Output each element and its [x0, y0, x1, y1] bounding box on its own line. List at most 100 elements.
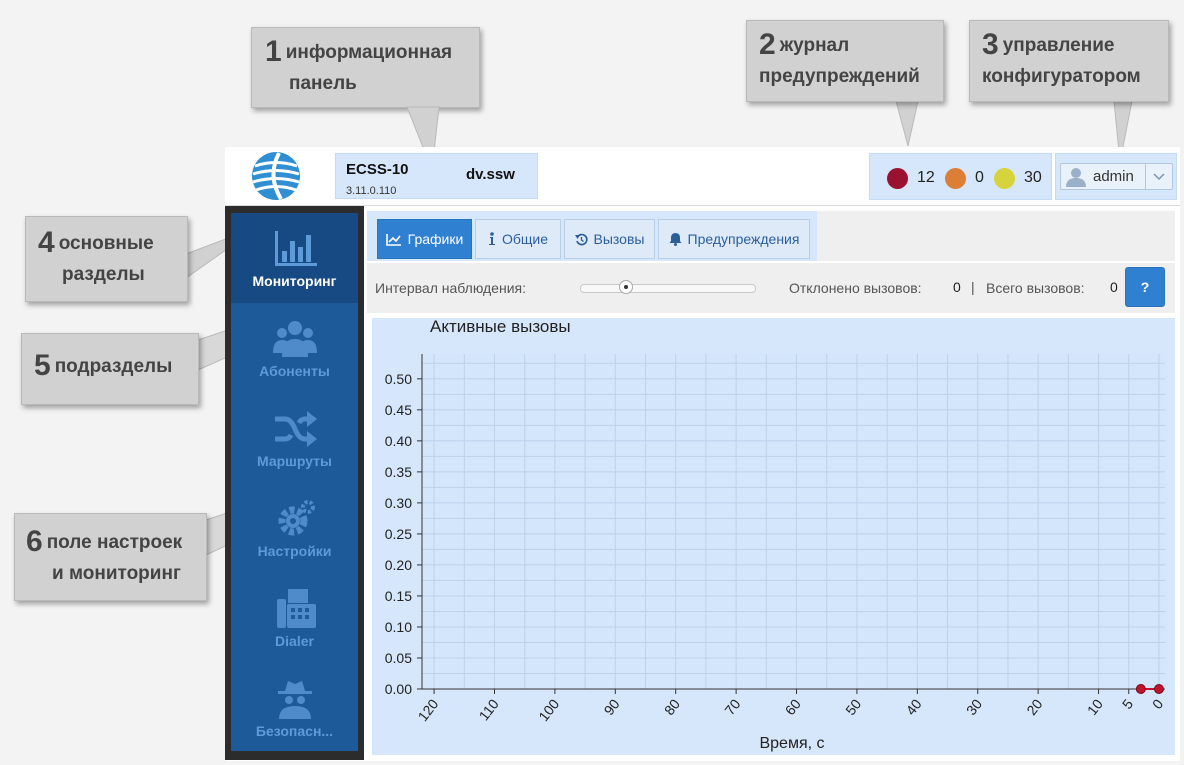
callout-main-sections: 4 основные разделы: [25, 216, 188, 302]
settings-and-monitoring-field: 0.00 0.05 0.10 0.15 0.20 0.25 0.30 0.35 0.40 0.45…: [372, 317, 1175, 755]
callout-text: предупреждений: [759, 66, 920, 87]
x-tick-label: 0: [1149, 696, 1167, 712]
x-tick-label: 60: [782, 696, 804, 718]
user-button[interactable]: admin: [1060, 163, 1146, 190]
nav-label: Безопасн...: [255, 723, 334, 739]
callout-text: разделы: [62, 264, 145, 285]
nav-label: Настройки: [257, 543, 332, 559]
alarm-minor[interactable]: 30: [994, 167, 1042, 189]
alarm-critical[interactable]: 12: [887, 167, 935, 189]
y-tick-label: 0.10: [385, 619, 412, 635]
callout-text: конфигуратором: [982, 66, 1141, 87]
nav-subscribers[interactable]: Абоненты: [231, 303, 358, 393]
main-sections: Мониторинг Абоненты Маршруты Настройки D…: [231, 213, 358, 751]
tab-label: Графики: [407, 231, 464, 247]
users-icon: [273, 321, 317, 357]
nav-dialer[interactable]: Dialer: [231, 573, 358, 663]
x-tick-label: 80: [661, 696, 683, 718]
total-calls-label: Всего вызовов:: [986, 280, 1085, 296]
help-label: ?: [1140, 279, 1150, 295]
x-tick-label: 30: [963, 696, 985, 718]
callout-number: 3: [982, 28, 999, 61]
chart-xlabel: Время, с: [759, 735, 824, 752]
nav-monitoring[interactable]: Мониторинг: [231, 213, 358, 303]
callout-info-panel: 1 информационная панель: [251, 27, 480, 108]
subsections: Графики Общие Вызовы Предупреждения: [367, 211, 817, 261]
y-tick-label: 0.35: [385, 464, 412, 480]
alarm-major[interactable]: 0: [945, 167, 984, 189]
config-manager: admin: [1055, 153, 1177, 200]
tab-label: Вызовы: [593, 231, 645, 247]
x-tick-label: 20: [1023, 696, 1045, 718]
callout-text: информационная: [285, 42, 453, 63]
callout-number: 2: [759, 28, 776, 61]
alarm-major-indicator-icon: [945, 167, 966, 189]
callout-text: поле настроек: [46, 532, 183, 553]
bell-icon: [669, 233, 682, 246]
callout-text: и мониторинг: [52, 563, 181, 584]
y-tick-label: 0.45: [385, 402, 412, 418]
gears-icon: [278, 500, 315, 536]
x-tick-label: 100: [535, 696, 562, 724]
alarm-major-count: 0: [975, 169, 984, 186]
subsections-bar: Графики Общие Вызовы Предупреждения: [367, 211, 1175, 261]
callout-text: подразделы: [54, 356, 173, 377]
plot-area: [422, 354, 1165, 689]
tab-label: Общие: [501, 231, 549, 247]
chevron-down-icon: [1153, 172, 1165, 180]
rejected-calls-label: Отклонено вызовов:: [789, 280, 922, 296]
info-icon: [488, 232, 495, 245]
tab-label: Предупреждения: [687, 231, 800, 247]
alarm-critical-indicator-icon: [887, 167, 908, 189]
active-calls-chart: 0.00 0.05 0.10 0.15 0.20 0.25 0.30 0.35 0.40 0.45…: [385, 317, 1167, 752]
x-tick-label: 10: [1084, 696, 1106, 718]
callout-text: журнал: [779, 35, 850, 56]
settings-bar: Интервал наблюдения: Отклонено вызовов: …: [367, 263, 1175, 313]
y-tick-label: 0.20: [385, 557, 412, 573]
user-name: admin: [1093, 168, 1134, 185]
callout-text: управление: [1002, 35, 1115, 56]
ecss-window: ECSS-10 3.11.0.110 dv.ssw 12 0 30 admin: [225, 147, 1180, 761]
y-tick-label: 0.30: [385, 495, 412, 511]
chart-title: Активные вызовы: [430, 318, 571, 336]
eltex-logo: [252, 152, 300, 201]
nav-settings[interactable]: Настройки: [231, 483, 358, 573]
x-tick-label: 50: [842, 696, 864, 718]
user-icon: [1066, 168, 1086, 187]
host-name: dv.ssw: [466, 166, 515, 183]
callout-config-manager: 3 управление конфигуратором: [969, 20, 1169, 102]
x-tick-label: 120: [414, 696, 441, 724]
series-point: [1135, 684, 1146, 694]
nav-security[interactable]: Безопасн...: [231, 663, 358, 753]
x-tick-label: 40: [902, 696, 924, 718]
x-tick-label: 5: [1119, 696, 1137, 712]
fax-icon: [277, 589, 316, 628]
nav-label: Dialer: [275, 633, 314, 649]
product-version: 3.11.0.110: [346, 185, 397, 197]
shuffle-icon: [275, 411, 317, 447]
tab-general[interactable]: Общие: [475, 219, 561, 259]
interval-slider-handle[interactable]: [619, 280, 633, 294]
nav-label: Абоненты: [259, 363, 330, 379]
x-tick-label: 110: [475, 696, 501, 724]
help-button[interactable]: ?: [1125, 267, 1165, 307]
user-menu-toggle[interactable]: [1145, 163, 1173, 190]
y-tick-label: 0.05: [385, 650, 412, 666]
y-tick-label: 0.15: [385, 588, 412, 604]
bar-chart-icon: [275, 231, 317, 266]
alarm-log[interactable]: 12 0 30: [869, 153, 1052, 200]
callout-number: 5: [34, 349, 51, 382]
tab-charts[interactable]: Графики: [377, 219, 472, 259]
nav-routes[interactable]: Маршруты: [231, 393, 358, 483]
callout-alarm-log: 2 журнал предупреждений: [746, 20, 944, 102]
tab-calls[interactable]: Вызовы: [564, 219, 655, 259]
alarm-critical-count: 12: [917, 169, 935, 186]
sidebar-frame: Мониторинг Абоненты Маршруты Настройки D…: [225, 206, 364, 760]
tab-alerts[interactable]: Предупреждения: [658, 219, 810, 259]
y-tick-label: 0.25: [385, 526, 412, 542]
spy-icon: [278, 681, 312, 719]
alarm-minor-indicator-icon: [994, 167, 1015, 189]
nav-label: Мониторинг: [252, 273, 337, 289]
callout-text: основные: [58, 233, 154, 254]
interval-slider[interactable]: [580, 284, 756, 293]
